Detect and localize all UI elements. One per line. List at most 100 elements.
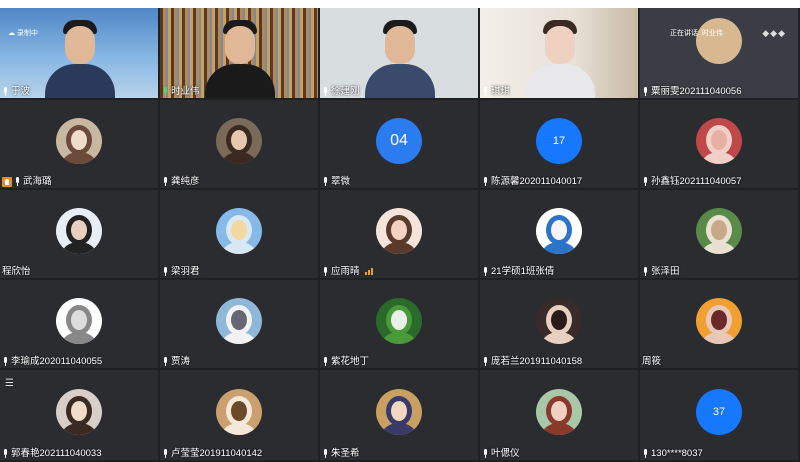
- participant-tile[interactable]: 04 翠微: [320, 100, 478, 188]
- number-avatar: 17: [536, 118, 582, 164]
- participant-tile[interactable]: 17 陈源馨202011040017: [480, 100, 638, 188]
- microphone-icon: [2, 449, 9, 458]
- participant-tile[interactable]: 庞若兰201911040158: [480, 280, 638, 368]
- microphone-icon: [2, 357, 9, 366]
- participant-avatar: [696, 298, 742, 344]
- participant-avatar: [56, 118, 102, 164]
- participant-video-person: [525, 20, 595, 98]
- avatar-illustration: [382, 396, 416, 435]
- participant-label: 徐建刚: [322, 86, 360, 97]
- participant-tile[interactable]: 紫花地丁: [320, 280, 478, 368]
- microphone-icon: [322, 267, 329, 276]
- menu-icon[interactable]: ☰: [5, 378, 14, 389]
- participant-name: 叶偲仪: [491, 448, 520, 459]
- participant-tile[interactable]: 朱圣希: [320, 370, 478, 460]
- avatar-illustration: [542, 215, 576, 254]
- participant-avatar: [56, 298, 102, 344]
- microphone-icon: [642, 449, 649, 458]
- participant-avatar: [536, 298, 582, 344]
- participant-video-person: [365, 20, 435, 98]
- participant-label: 龚纯彦: [162, 176, 200, 187]
- microphone-icon: [642, 267, 649, 276]
- cloud-icon: ☁: [8, 30, 17, 37]
- participant-tile[interactable]: 周筱: [640, 280, 798, 368]
- participant-label: 武海璐: [2, 176, 52, 187]
- video-tile[interactable]: 琪琪: [480, 8, 638, 98]
- participant-tile[interactable]: 梁羽君: [160, 190, 318, 278]
- participant-label: 朱圣希: [322, 448, 360, 459]
- participant-tile[interactable]: 21学硕1班张倩: [480, 190, 638, 278]
- participant-tile[interactable]: 武海璐: [0, 100, 158, 188]
- participant-name: 卢莹莹201911040142: [171, 448, 263, 459]
- avatar-illustration: [382, 215, 416, 254]
- participant-avatar: [216, 208, 262, 254]
- avatar-illustration: [702, 215, 736, 254]
- participant-name: 孙鑫钰202111040057: [651, 176, 742, 187]
- participant-label: 陈源馨202011040017: [482, 176, 582, 187]
- participant-name: 龚纯彦: [171, 176, 200, 187]
- participant-name: 21学硕1班张倩: [491, 266, 555, 277]
- microphone-icon: [642, 87, 649, 96]
- participant-name: 徐建刚: [331, 86, 360, 97]
- participant-label: 琪琪: [482, 86, 510, 97]
- participant-avatar: [216, 118, 262, 164]
- participant-tile[interactable]: 李瑜成202011040055: [0, 280, 158, 368]
- participant-avatar: [216, 389, 262, 435]
- avatar-illustration: [62, 396, 96, 435]
- video-tile[interactable]: 时业伟: [160, 8, 318, 98]
- participant-tile[interactable]: 37 130****8037: [640, 370, 798, 460]
- number-avatar: 37: [696, 389, 742, 435]
- recording-status: ☁ 录制中: [8, 28, 38, 38]
- participant-label: 梁羽君: [162, 266, 200, 277]
- avatar-illustration: [62, 215, 96, 254]
- participant-tile[interactable]: 应雨晴: [320, 190, 478, 278]
- participant-label: 粟丽雯202111040056: [642, 86, 742, 97]
- view-mode-icons[interactable]: ◆◆◆: [762, 28, 786, 39]
- participant-label: 应雨晴: [322, 266, 373, 277]
- video-tile[interactable]: 徐建刚: [320, 8, 478, 98]
- participant-label: 于波: [2, 86, 30, 97]
- participant-name: 粟丽雯202111040056: [651, 86, 742, 97]
- participant-tile[interactable]: 卢莹莹201911040142: [160, 370, 318, 460]
- microphone-icon: [14, 177, 21, 186]
- avatar-illustration: [62, 125, 96, 164]
- participant-label: 叶偲仪: [482, 448, 520, 459]
- participant-name: 朱圣希: [331, 448, 360, 459]
- video-tile[interactable]: 正在讲话: 时业伟 ◆◆◆ 粟丽雯202111040056: [640, 8, 798, 98]
- participant-tile[interactable]: ☰ 郭春艳202111040033: [0, 370, 158, 460]
- participant-name: 武海璐: [23, 176, 52, 187]
- microphone-icon: [322, 177, 329, 186]
- participant-label: 周筱: [642, 356, 661, 367]
- microphone-icon: [642, 177, 649, 186]
- participant-tile[interactable]: 程欣怡: [0, 190, 158, 278]
- participant-tile[interactable]: 张泽田: [640, 190, 798, 278]
- participant-label: 贾涛: [162, 356, 190, 367]
- participant-name: 贾涛: [171, 356, 191, 367]
- participant-label: 孙鑫钰202111040057: [642, 176, 742, 187]
- avatar-illustration: [222, 305, 256, 344]
- participant-avatar: [56, 208, 102, 254]
- participant-label: 庞若兰201911040158: [482, 356, 582, 367]
- microphone-icon: [162, 267, 169, 276]
- participant-label: 张泽田: [642, 266, 680, 277]
- microphone-icon: [162, 177, 169, 186]
- participant-tile[interactable]: 贾涛: [160, 280, 318, 368]
- participant-avatar: [536, 389, 582, 435]
- participant-avatar: [376, 298, 422, 344]
- raise-hand-icon: [2, 176, 12, 187]
- participant-avatar: [536, 208, 582, 254]
- video-tile[interactable]: ☁ 录制中于波: [0, 8, 158, 98]
- participant-name: 翠微: [331, 176, 351, 187]
- microphone-icon: [2, 87, 9, 96]
- microphone-icon: [482, 177, 489, 186]
- participant-name: 庞若兰201911040158: [491, 356, 583, 367]
- participant-tile[interactable]: 龚纯彦: [160, 100, 318, 188]
- microphone-icon: [482, 87, 489, 96]
- participant-name: 于波: [11, 86, 31, 97]
- participant-name: 周筱: [642, 356, 662, 367]
- participant-avatar: [56, 389, 102, 435]
- participant-name: 琪琪: [491, 86, 511, 97]
- participant-tile[interactable]: 孙鑫钰202111040057: [640, 100, 798, 188]
- participant-tile[interactable]: 叶偲仪: [480, 370, 638, 460]
- participant-video-person: [45, 20, 115, 98]
